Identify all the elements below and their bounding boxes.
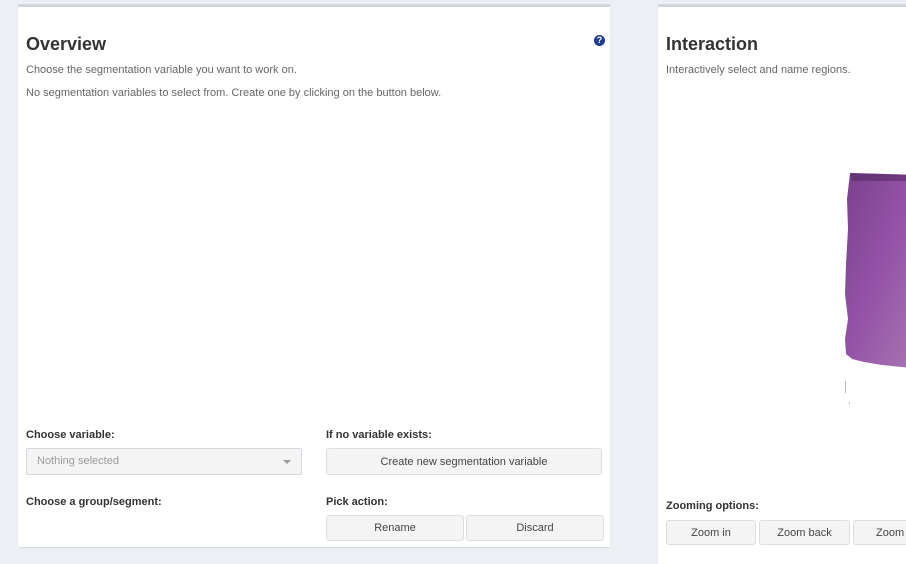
variable-select-value: Nothing selected — [37, 455, 119, 467]
no-variables-message: No segmentation variables to select from… — [26, 87, 442, 99]
overview-description: Choose the segmentation variable you wan… — [26, 64, 297, 76]
zoom-in-button[interactable]: Zoom in — [666, 520, 756, 545]
variable-select[interactable]: Nothing selected — [26, 448, 302, 475]
choose-group-label: Choose a group/segment: — [26, 496, 162, 508]
interaction-panel: Interaction Interactively select and nam… — [658, 4, 906, 564]
interaction-title: Interaction — [666, 34, 759, 54]
overview-panel: Overview ? Choose the segmentation varia… — [18, 4, 610, 547]
question-circle-icon[interactable]: ? — [594, 35, 605, 46]
pick-action-label: Pick action: — [326, 496, 388, 508]
discard-button[interactable]: Discard — [466, 515, 604, 541]
overview-title: Overview — [26, 34, 107, 54]
zoom-out-button[interactable]: Zoom out — [853, 520, 906, 545]
tissue-image[interactable] — [842, 169, 906, 409]
zooming-options-label: Zooming options: — [666, 500, 759, 512]
interaction-description: Interactively select and name regions. — [666, 64, 851, 76]
choose-variable-label: Choose variable: — [26, 429, 115, 441]
create-variable-button[interactable]: Create new segmentation variable — [326, 448, 602, 475]
zoom-back-button[interactable]: Zoom back — [759, 520, 850, 545]
chevron-down-icon — [283, 460, 291, 464]
rename-button[interactable]: Rename — [326, 515, 464, 541]
no-variable-label: If no variable exists: — [326, 429, 432, 441]
